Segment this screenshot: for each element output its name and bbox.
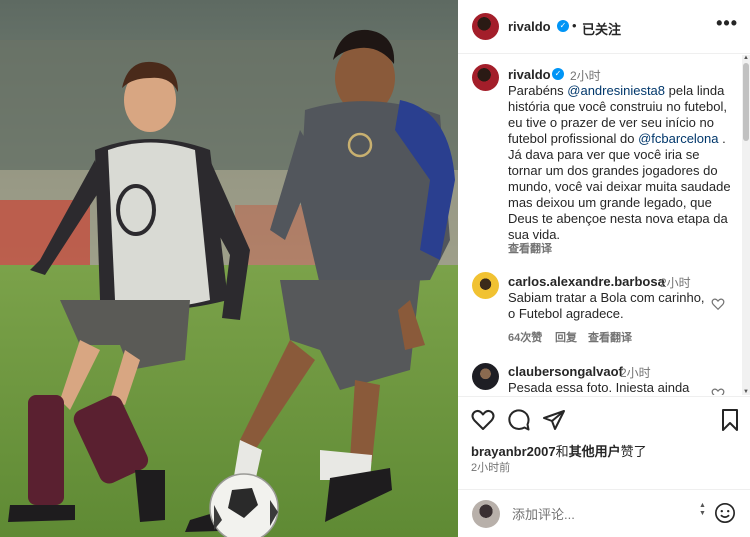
- paper-plane-icon[interactable]: [542, 408, 566, 432]
- comment-like-heart-icon[interactable]: [711, 387, 725, 395]
- caption-text-part: . Já dava para ver que você iria se torn…: [508, 131, 731, 242]
- comment-like-count[interactable]: 64次赞: [508, 329, 542, 345]
- football-training-photo: [0, 0, 458, 537]
- more-options-icon[interactable]: •••: [716, 13, 738, 34]
- comment-reply-link[interactable]: 回复: [555, 329, 577, 345]
- expand-arrows-icon[interactable]: ▲ ▼: [699, 502, 706, 518]
- following-button[interactable]: 已关注: [582, 19, 621, 38]
- current-user-avatar: [472, 500, 500, 528]
- post-side-panel: rivaldo ✓ • 已关注 ••• rivaldo ✓ 2小时 Parabé…: [458, 0, 750, 537]
- comment-username[interactable]: claubersongalvaof: [508, 364, 623, 379]
- scrollbar-thumb[interactable]: [743, 63, 749, 141]
- comment-like-heart-icon[interactable]: [711, 297, 725, 311]
- comment-input-bar: 添加评论... ▲ ▼: [458, 489, 750, 537]
- scroll-down-arrow-icon[interactable]: ▼: [742, 389, 750, 395]
- comment-time[interactable]: 2小时: [660, 274, 691, 291]
- comment-text: Sabiam tratar a Bola com carinho, o Fute…: [508, 290, 705, 321]
- comment-username[interactable]: carlos.alexandre.barbosa: [508, 274, 665, 289]
- header-separator: •: [572, 18, 577, 33]
- mention-link[interactable]: @andresiniesta8: [567, 83, 665, 98]
- comment-text: Pesada essa foto. Iniesta ainda: [508, 380, 690, 395]
- smiley-icon[interactable]: [714, 502, 736, 524]
- post-actions: brayanbr2007和其他用户赞了 2小时前 添加评论... ▲ ▼: [458, 396, 750, 537]
- caption-author-avatar[interactable]: [472, 64, 499, 91]
- see-translation-link[interactable]: 查看翻译: [588, 329, 632, 345]
- commenter-avatar[interactable]: [472, 272, 499, 299]
- other-likers-link[interactable]: 其他用户: [569, 444, 621, 459]
- likes-suffix: 赞了: [620, 444, 647, 459]
- comments-scrollbar[interactable]: ▲ ▼: [742, 55, 750, 395]
- comment-time[interactable]: 2小时: [620, 364, 651, 381]
- comment-input[interactable]: 添加评论...: [512, 504, 575, 523]
- scroll-up-arrow-icon[interactable]: ▲: [742, 55, 750, 61]
- caption-author-username[interactable]: rivaldo: [508, 67, 551, 82]
- likes-connector: 和: [555, 444, 569, 459]
- verified-badge-icon: ✓: [552, 68, 564, 80]
- post-photo[interactable]: [0, 0, 458, 537]
- post-header: rivaldo ✓ • 已关注 •••: [458, 0, 750, 54]
- heart-icon[interactable]: [471, 408, 495, 432]
- comments-list[interactable]: rivaldo ✓ 2小时 Parabéns @andresiniesta8 p…: [458, 55, 750, 395]
- likes-summary: brayanbr2007和其他用户赞了: [471, 441, 647, 460]
- comment-bubble-icon[interactable]: [507, 408, 531, 432]
- see-translation-link[interactable]: 查看翻译: [508, 240, 552, 256]
- caption-text: Parabéns @andresiniesta8 pela linda hist…: [508, 83, 736, 243]
- mention-link[interactable]: @fcbarcelona: [638, 131, 718, 146]
- post-timestamp[interactable]: 2小时前: [471, 459, 510, 475]
- author-avatar[interactable]: [472, 13, 499, 40]
- caption-text-part: Parabéns: [508, 83, 568, 98]
- liker-username[interactable]: brayanbr2007: [471, 444, 556, 459]
- author-username[interactable]: rivaldo: [508, 19, 551, 34]
- caption-time[interactable]: 2小时: [570, 67, 601, 84]
- commenter-avatar[interactable]: [472, 363, 499, 390]
- verified-badge-icon: ✓: [557, 20, 569, 32]
- bookmark-icon[interactable]: [720, 408, 740, 432]
